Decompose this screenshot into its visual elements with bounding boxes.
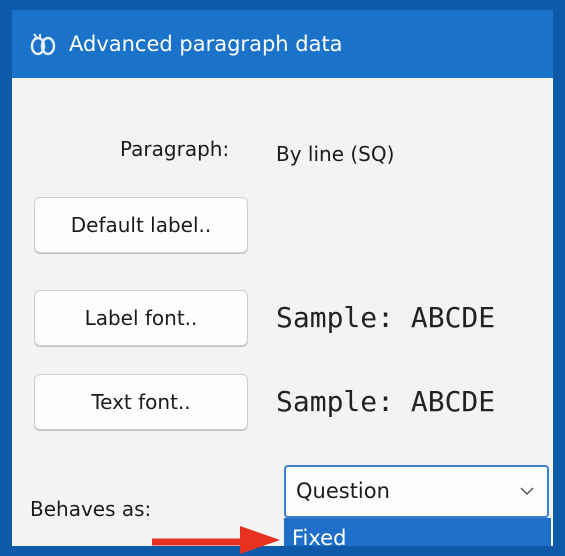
paragraph-label: Paragraph:: [120, 137, 230, 161]
title-bar[interactable]: Advanced paragraph data: [12, 10, 553, 78]
text-font-button[interactable]: Text font..: [34, 374, 248, 430]
dialog-window: Advanced paragraph data Paragraph: By li…: [12, 10, 553, 546]
behaves-as-dropdown: Fixed: [284, 518, 551, 546]
annotation-arrow-icon: [152, 526, 280, 554]
app-icon: [30, 33, 56, 56]
chevron-down-icon[interactable]: [519, 485, 535, 497]
behaves-as-label: Behaves as:: [30, 497, 152, 521]
text-font-sample: Sample: ABCDE: [276, 385, 496, 418]
behaves-as-select[interactable]: Question: [284, 465, 549, 518]
label-font-sample: Sample: ABCDE: [276, 301, 496, 334]
dropdown-option-fixed[interactable]: Fixed: [292, 524, 346, 546]
default-label-button[interactable]: Default label..: [34, 197, 248, 253]
paragraph-value: By line (SQ): [276, 142, 395, 166]
window-title: Advanced paragraph data: [69, 32, 343, 56]
label-font-button[interactable]: Label font..: [34, 290, 248, 346]
behaves-as-selected-value: Question: [296, 479, 390, 503]
